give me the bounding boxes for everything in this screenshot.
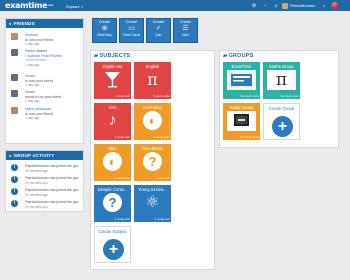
create-flash-cards-button[interactable]: Create ▭ Flash Cards xyxy=(119,18,144,43)
atom-icon: ⚛ xyxy=(145,194,160,211)
settings-icon[interactable]: ⚙ xyxy=(251,3,257,9)
friends-header: ● FRIENDS xyxy=(6,19,83,28)
users-icon: ● xyxy=(9,21,12,26)
avatar xyxy=(11,49,18,56)
info-icon: ! xyxy=(11,176,18,183)
group-tile-maths[interactable]: Maths Group π No study aids xyxy=(263,62,300,99)
chevron-down-icon[interactable]: ▾ xyxy=(323,4,325,8)
info-icon: ! xyxy=(11,200,18,207)
group-image xyxy=(227,70,256,90)
flash-cards-icon: ▭ xyxy=(128,25,135,32)
avatar xyxy=(11,33,18,40)
group-icon: ● xyxy=(9,153,12,158)
groups-title: ▰GROUPS xyxy=(223,53,254,59)
quiz-icon: ✓ xyxy=(155,25,162,32)
logo-beta: beta xyxy=(48,4,53,7)
subjects-section: ▰SUBJECTS Digital Arts 1 study aid Engli… xyxy=(90,50,215,270)
create-group-button[interactable]: Create Group + xyxy=(263,103,300,140)
subject-tile-english[interactable]: English π 0 study aids xyxy=(134,62,171,99)
question-icon: ? xyxy=(103,193,122,212)
create-note-button[interactable]: Create ☰ Note xyxy=(173,18,198,43)
friends-panel: ● FRIENDS Norman is now your friend 1 day… xyxy=(5,18,84,144)
chevron-down-icon: ▾ xyxy=(80,4,83,9)
group-activity-panel: ● GROUP ACTIVITY ! PatrickNoonan has join… xyxy=(5,150,84,212)
subject-tile-irish[interactable]: Irish ♪ 1 study aid xyxy=(94,103,131,140)
create-toolbar: Create ⊛ Mind Map Create ▭ Flash Cards C… xyxy=(92,18,198,43)
group-tile-examtime[interactable]: ExamTime No study aids xyxy=(223,62,260,99)
folder-icon: ▰ xyxy=(94,53,99,59)
group-icon: ▰ xyxy=(223,53,228,59)
half-circle-icon: ◐ xyxy=(103,152,122,171)
user-avatar[interactable] xyxy=(282,2,288,9)
avatar xyxy=(11,74,18,81)
notifications-icon[interactable]: ◔ xyxy=(262,3,268,9)
pi-icon: π xyxy=(147,70,158,89)
question-icon: ? xyxy=(143,152,162,171)
groups-section: ▰GROUPS ExamTime No study aids Maths Gro… xyxy=(219,50,339,148)
group-tile-study[interactable]: Study Group No study aids xyxy=(223,103,260,140)
subject-tile-sample-content[interactable]: Sample Conte... ? 1 study aid xyxy=(94,185,131,222)
subject-tile-digital-arts[interactable]: Digital Arts 1 study aid xyxy=(94,62,131,99)
harp-icon: ♪ xyxy=(108,112,117,129)
plus-icon: + xyxy=(272,116,293,137)
pi-icon: π xyxy=(267,70,296,90)
user-name[interactable]: PatrickNoonan xyxy=(290,4,315,8)
group-image xyxy=(227,111,256,131)
power-icon[interactable]: ⏻ xyxy=(331,2,338,9)
explore-menu[interactable]: Explore ▾ xyxy=(66,4,83,9)
plus-icon: + xyxy=(103,239,124,260)
subjects-title: ▰SUBJECTS xyxy=(94,53,131,59)
top-bar: examtimebeta Explore ▾ ⚙ ◔ ♫ ⌕ PatrickNo… xyxy=(0,0,350,11)
subject-tile-marketing[interactable]: Marketing ◐ 0 study aids xyxy=(134,103,171,140)
subject-tile-young-innovators[interactable]: Young Innova... ⚛ 1 study aid xyxy=(134,185,171,222)
create-subject-button[interactable]: Create Subject + xyxy=(94,226,131,263)
cocktail-icon xyxy=(94,70,131,96)
note-icon: ☰ xyxy=(182,25,189,32)
info-icon: ! xyxy=(11,164,18,171)
create-mind-map-button[interactable]: Create ⊛ Mind Map xyxy=(92,18,117,43)
subject-tile-misc[interactable]: Misc ◐ 1 study aid xyxy=(94,144,131,181)
avatar xyxy=(11,107,18,114)
avatar xyxy=(11,90,18,97)
half-circle-icon: ◐ xyxy=(143,111,162,130)
bell-icon[interactable]: ♫ xyxy=(273,3,279,9)
subject-tile-new-media[interactable]: New Media ? 1 study aid xyxy=(134,144,171,181)
mind-map-icon: ⊛ xyxy=(101,25,108,32)
group-activity-header: ● GROUP ACTIVITY xyxy=(6,151,83,160)
logo[interactable]: examtimebeta xyxy=(5,1,53,10)
info-icon: ! xyxy=(11,188,18,195)
create-quiz-button[interactable]: Create ✓ Quiz xyxy=(146,18,171,43)
